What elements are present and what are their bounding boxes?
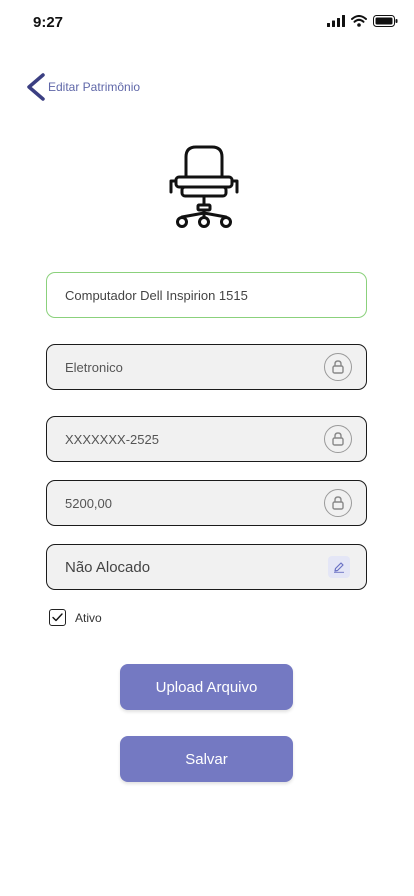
chevron-left-icon[interactable] <box>24 72 46 102</box>
wifi-icon <box>351 15 367 27</box>
lock-icon <box>324 353 352 381</box>
active-label: Ativo <box>75 610 102 625</box>
serial-field: XXXXXXX-2525 <box>46 416 367 462</box>
category-value: Eletronico <box>65 359 123 375</box>
active-checkbox[interactable] <box>49 609 66 626</box>
active-checkbox-row: Ativo <box>49 609 102 626</box>
upload-file-button[interactable]: Upload Arquivo <box>120 664 293 710</box>
category-field: Eletronico <box>46 344 367 390</box>
status-icons <box>327 15 398 27</box>
signal-icon <box>327 15 345 27</box>
page-title: Editar Patrimônio <box>48 80 141 94</box>
asset-name-value: Computador Dell Inspirion 1515 <box>65 287 248 303</box>
status-time: 9:27 <box>33 14 64 31</box>
serial-value: XXXXXXX-2525 <box>65 431 159 447</box>
asset-name-field[interactable]: Computador Dell Inspirion 1515 <box>46 272 367 318</box>
save-button[interactable]: Salvar <box>120 736 293 782</box>
lock-icon <box>324 489 352 517</box>
location-field[interactable]: Não Alocado <box>46 544 367 590</box>
status-bar: 9:27 <box>0 0 414 44</box>
battery-icon <box>373 15 398 27</box>
price-value: 5200,00 <box>65 495 112 511</box>
edit-icon[interactable] <box>328 556 350 578</box>
price-field: 5200,00 <box>46 480 367 526</box>
header: Editar Patrimônio <box>24 72 140 102</box>
location-value: Não Alocado <box>65 558 151 576</box>
lock-icon <box>324 425 352 453</box>
office-chair-icon <box>169 145 239 228</box>
